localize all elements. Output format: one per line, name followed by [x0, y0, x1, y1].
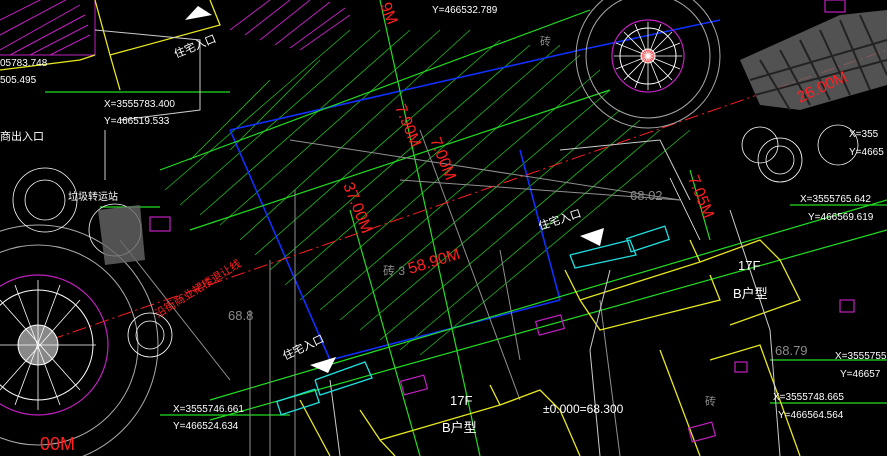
spot-688: 68.8	[228, 308, 253, 323]
spot-marker-3: 砖	[705, 394, 716, 408]
coord-b-x: X=3555765.642	[800, 194, 871, 205]
entrance-arrow-icon-2	[580, 228, 604, 246]
coord-d-y: Y=466564.564	[778, 410, 844, 421]
coord-a-x: X=3555783.400	[104, 99, 175, 110]
main-exit-label: 商出入口	[0, 129, 44, 143]
coord-c-y: Y=466524.634	[173, 421, 239, 432]
type-bottom: B户型	[442, 420, 477, 435]
entrance-label-mid: 住宅入口	[537, 206, 583, 233]
hatch-region-topleft	[0, 0, 96, 56]
coord-e-x: X=3555755	[835, 351, 887, 362]
dim-5890: 58.90M	[406, 246, 462, 278]
floors-bottom: 17F	[450, 393, 472, 408]
entrance-arrow-icon-3	[310, 357, 336, 373]
cad-site-plan[interactable]: 05783.748 505.495 Y=466532.789 X=3555783…	[0, 0, 887, 456]
dim-705: 7.05M	[684, 173, 716, 221]
coord-f-y: Y=4665	[849, 147, 884, 158]
coord-f-x: X=355	[849, 129, 879, 140]
white-boundaries	[94, 29, 781, 456]
spot-6802: 68.02	[630, 188, 663, 203]
plot-hatch	[164, 29, 691, 356]
dimension-lines	[104, 130, 701, 241]
entrance-label-bottom: 住宅入口	[280, 331, 326, 362]
coord-a-y: Y=466519.533	[104, 116, 170, 127]
floors-right: 17F	[738, 258, 760, 273]
coord-tl-x: 05783.748	[0, 58, 48, 69]
entrance-symbols	[275, 225, 671, 416]
dim-top9: 9M	[376, 0, 400, 27]
coord-b-y: Y=466569.619	[808, 212, 874, 223]
garbage-station-label: 垃圾转运站	[68, 190, 118, 203]
coord-d-x: X=3555748.665	[773, 392, 844, 403]
coord-top-y: Y=466532.789	[432, 5, 498, 16]
cad-drawing: 05783.748 505.495 Y=466532.789 X=3555783…	[0, 0, 887, 456]
plaza-circle-topright	[575, 0, 721, 129]
elevation-label: ±0.000=68.300	[543, 402, 624, 416]
paving-blocks	[98, 10, 887, 265]
type-right: B户型	[733, 286, 768, 301]
coord-c-x: X=3555746.661	[173, 404, 244, 415]
spot-marker-2: 砖 3	[383, 263, 405, 278]
coord-e-y: Y=46657	[840, 369, 881, 380]
entrance-arrow-icon	[185, 6, 212, 20]
dim-790: 7.90M	[391, 102, 423, 150]
hatch-region-top	[229, 0, 351, 51]
coord-tl-y: 505.495	[0, 75, 37, 86]
dim-3700: 37.00M	[339, 180, 375, 236]
dim-bottom-left: 00M	[40, 434, 75, 454]
spot-marker: 砖	[540, 34, 551, 48]
spot-6879: 68.79	[775, 343, 808, 358]
